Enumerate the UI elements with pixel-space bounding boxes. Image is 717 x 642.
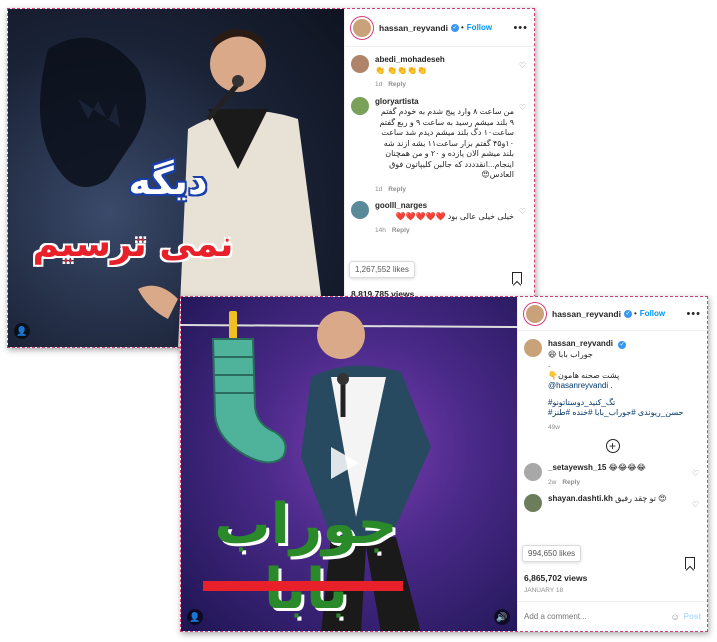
comment-item: goolll_narges خیلی خیلی عالی بود ❤️❤️❤️❤… [345, 197, 534, 239]
author-username[interactable]: hassan_reyvandi [379, 23, 448, 33]
hashtag-link[interactable]: حسن_ریوندی #جوراب_بابا #خنده #طنز# [548, 408, 697, 419]
emoji-icon[interactable]: ☺ [670, 612, 679, 622]
comment-username[interactable]: gloryartista [375, 97, 419, 106]
comment-username[interactable]: goolll_narges [375, 201, 427, 210]
post-2-video[interactable]: جوراب بابا 👤 🔊 [181, 297, 518, 631]
follow-button[interactable]: Follow [467, 23, 492, 32]
comment-username[interactable]: abedi_mohadeseh [375, 55, 445, 64]
comment-time: 14h [375, 227, 386, 234]
views-count: 6,865,702 views [524, 573, 588, 583]
reply-button[interactable]: Reply [392, 227, 410, 234]
user-tag-icon[interactable]: 👤 [14, 323, 30, 339]
add-comment-input[interactable] [524, 612, 671, 621]
comment-username[interactable]: _setayewsh_15 [548, 463, 606, 472]
comment-time: 1d [375, 81, 383, 88]
comment-text: 😂😂😂😂 [608, 463, 646, 472]
more-options-icon[interactable]: ••• [686, 308, 701, 320]
add-comment-bar: ☺ Post [518, 601, 707, 631]
avatar[interactable] [351, 55, 369, 73]
verified-icon: ✓ [450, 23, 459, 32]
caption-username[interactable]: hassan_reyvandi [548, 339, 613, 348]
avatar[interactable] [524, 302, 546, 325]
hashtag-link[interactable]: تگ_کنید_دوستاتونو# [548, 398, 697, 409]
post-2-header: hassan_reyvandi ✓ • Follow ••• [518, 297, 707, 331]
title-underline [203, 581, 403, 591]
like-comment-heart-icon[interactable]: ♡ [519, 207, 526, 216]
bookmark-icon[interactable] [512, 272, 522, 284]
post-1-header: hassan_reyvandi ✓ • Follow ••• [345, 9, 534, 47]
post-comment-button[interactable]: Post [684, 612, 701, 621]
author-username[interactable]: hassan_reyvandi [552, 309, 621, 319]
verified-icon: ✓ [618, 341, 627, 349]
caption-time: 49w [548, 423, 560, 431]
like-comment-heart-icon[interactable]: ♡ [692, 500, 699, 509]
comment-item: _setayewsh_15 😂😂😂😂 2w Reply ♡ [518, 459, 707, 490]
likes-count[interactable]: 994,650 likes [522, 545, 582, 562]
avatar[interactable] [351, 201, 369, 219]
comment-text: من ساعت ۸ وارد پیج شدم به خودم گفتم ۹ بل… [379, 107, 514, 179]
caption-line: جوراب بابا 😆 [548, 349, 593, 359]
reply-button[interactable]: Reply [388, 186, 406, 193]
like-comment-heart-icon[interactable]: ♡ [692, 469, 699, 478]
user-tag-icon[interactable]: 👤 [187, 609, 203, 625]
verified-icon: ✓ [623, 309, 632, 318]
avatar[interactable] [351, 96, 369, 115]
follow-button[interactable]: Follow [640, 309, 665, 318]
mention-link[interactable]: @hasanreyvandi . [548, 381, 697, 392]
comment-item: abedi_mohadeseh 👏👏👏👏 👏 1d Reply ♡ [345, 51, 534, 93]
overlay-title-top: دیگه [128, 159, 208, 203]
caption-line: . [548, 360, 551, 369]
overlay-title-bottom: نمی ترسیم [32, 224, 234, 265]
post-2-sidebar: hassan_reyvandi ✓ • Follow ••• hassan_re… [517, 297, 707, 631]
comment-username[interactable]: shayan.dashti.kh [548, 494, 613, 503]
post-date: JANUARY 18 [524, 587, 564, 594]
caption-line: پشت صحنه هامون👇 [548, 370, 620, 380]
avatar[interactable] [524, 339, 542, 357]
bookmark-icon[interactable] [685, 557, 695, 569]
comment-item: gloryartista من ساعت ۸ وارد پیج شدم به خ… [345, 93, 534, 198]
comment-text: تو چقد رفیق 😍 [615, 494, 667, 503]
post-card-2: جوراب بابا 👤 🔊 hassan_reyvandi ✓ • Follo… [180, 296, 708, 632]
comment-time: 1d [375, 185, 383, 193]
avatar[interactable] [524, 463, 542, 481]
avatar[interactable] [351, 16, 373, 39]
comment-time: 2w [548, 478, 557, 486]
more-options-icon[interactable]: ••• [513, 22, 528, 34]
comment-text: خیلی خیلی عالی بود ❤️❤️❤️❤️❤️ [395, 211, 514, 221]
comment-text: 👏👏👏👏 👏 [375, 65, 428, 75]
caption: hassan_reyvandi ✓ جوراب بابا 😆 . پشت صحن… [518, 331, 707, 435]
reply-button[interactable]: Reply [388, 81, 406, 88]
avatar[interactable] [524, 494, 542, 512]
load-more-comments-icon[interactable]: + [605, 439, 620, 453]
sound-icon[interactable]: 🔊 [494, 609, 510, 625]
reply-button[interactable]: Reply [562, 479, 580, 486]
like-comment-heart-icon[interactable]: ♡ [519, 103, 526, 112]
overlay-title: جوراب بابا [214, 492, 398, 622]
likes-count[interactable]: 1,267,552 likes [349, 261, 415, 278]
comment-item: shayan.dashti.kh تو چقد رفیق 😍 ♡ [518, 490, 707, 514]
clothespin-icon [229, 311, 237, 339]
like-comment-heart-icon[interactable]: ♡ [519, 61, 526, 70]
